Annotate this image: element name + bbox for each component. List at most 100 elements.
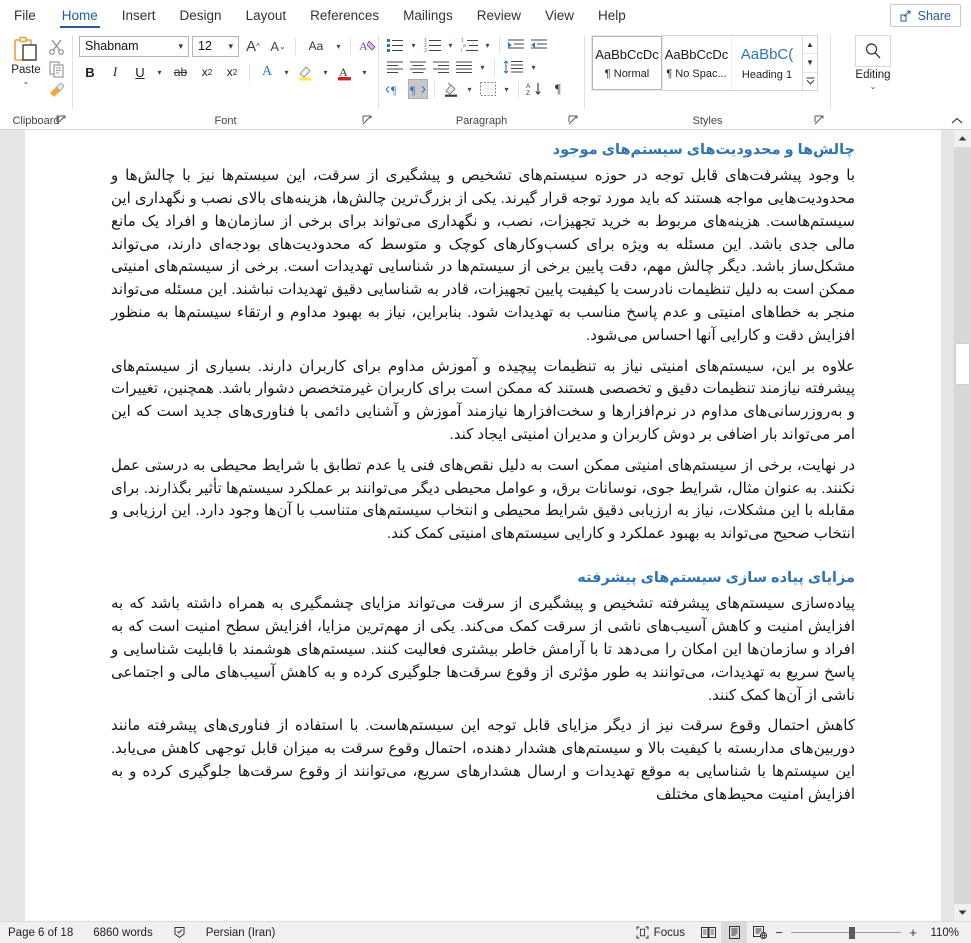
decrease-indent-icon[interactable] (506, 35, 526, 55)
paragraph-dialog-launcher-icon[interactable] (568, 115, 579, 126)
align-right-icon[interactable] (431, 57, 451, 77)
align-left-icon[interactable] (385, 57, 405, 77)
tab-layout[interactable]: Layout (234, 0, 299, 31)
ribbon-group-styles: AaBbCcDc ¶ Normal AaBbCcDc ¶ No Spac... … (585, 31, 830, 129)
tab-help[interactable]: Help (586, 0, 638, 31)
style-item-normal[interactable]: AaBbCcDc ¶ Normal (591, 35, 663, 91)
format-painter-icon[interactable] (48, 82, 66, 98)
underline-chevron-down-icon[interactable]: ▾ (154, 68, 165, 77)
change-case-button[interactable]: Aa (302, 35, 330, 57)
style-item-heading-1[interactable]: AaBbC( Heading 1 (732, 36, 802, 90)
paste-button[interactable]: Paste ⌄ (4, 35, 48, 86)
tab-view[interactable]: View (533, 0, 586, 31)
tab-insert[interactable]: Insert (110, 0, 168, 31)
bullets-chevron-down-icon[interactable]: ▾ (408, 41, 419, 50)
paragraph-2: علاوه بر این، سیستم‌های امنیتی نیاز به ت… (111, 357, 855, 444)
grow-font-button[interactable]: A ^ (242, 35, 264, 57)
editing-button[interactable]: Editing ⌄ (855, 35, 891, 91)
scrollbar-track[interactable] (954, 147, 971, 904)
copy-icon[interactable] (48, 60, 66, 78)
tab-file[interactable]: File (0, 0, 50, 31)
page-content[interactable]: چالش‌ها و محدودیت‌های سیستم‌های موجود با… (25, 130, 941, 807)
cut-scissors-icon[interactable] (48, 38, 66, 56)
clipboard-dialog-launcher-icon[interactable] (56, 115, 67, 126)
underline-button[interactable]: U (129, 61, 151, 83)
focus-mode-button[interactable]: Focus (626, 926, 695, 939)
print-layout-view-button[interactable] (721, 922, 747, 943)
font-name-combobox[interactable]: Shabnam ▾ (79, 35, 189, 57)
multilevel-list-icon[interactable]: 1ai (459, 35, 479, 55)
borders-chevron-down-icon[interactable]: ▾ (501, 85, 512, 94)
line-spacing-chevron-down-icon[interactable]: ▾ (528, 63, 539, 72)
zoom-slider[interactable] (791, 926, 901, 939)
read-mode-view-button[interactable] (695, 922, 721, 943)
tab-home[interactable]: Home (50, 0, 110, 31)
zoom-out-button[interactable]: − (773, 925, 785, 940)
superscript-button[interactable]: x2 (221, 61, 243, 83)
zoom-level-label[interactable]: 110% (925, 927, 967, 939)
styles-gallery-scrollbar[interactable]: ▲ ▼ (802, 36, 817, 90)
highlight-chevron-down-icon[interactable]: ▾ (320, 68, 331, 77)
rtl-text-direction-icon[interactable]: ¶ (408, 79, 428, 99)
font-color-chevron-down-icon[interactable]: ▾ (359, 68, 370, 77)
show-formatting-marks-icon[interactable]: ¶ (548, 79, 568, 99)
numbering-chevron-down-icon[interactable]: ▾ (445, 41, 456, 50)
bold-button[interactable]: B (79, 61, 101, 83)
status-language[interactable]: Persian (Iran) (196, 927, 286, 939)
editing-chevron-down-icon[interactable]: ⌄ (870, 82, 877, 91)
document-page[interactable]: چالش‌ها و محدودیت‌های سیستم‌های موجود با… (25, 130, 941, 921)
scroll-up-arrow-icon[interactable] (954, 130, 971, 147)
bullets-icon[interactable] (385, 35, 405, 55)
font-color-icon[interactable]: A (334, 61, 356, 83)
font-size-combobox[interactable]: 12 ▾ (192, 35, 239, 57)
zoom-slider-thumb[interactable] (849, 926, 855, 939)
vertical-scrollbar[interactable] (953, 130, 971, 921)
tab-review[interactable]: Review (465, 0, 533, 31)
strikethrough-button[interactable]: ab (168, 61, 193, 83)
change-case-chevron-down-icon[interactable]: ▾ (333, 42, 344, 51)
status-word-count[interactable]: 6860 words (83, 927, 162, 939)
scrollbar-thumb[interactable] (955, 343, 970, 385)
shading-icon[interactable] (441, 79, 461, 99)
collapse-ribbon-chevron-up-icon[interactable] (951, 117, 963, 125)
styles-scroll-down-icon[interactable]: ▼ (803, 54, 817, 73)
ltr-text-direction-icon[interactable]: ¶ (385, 79, 405, 99)
style-item-no-spacing[interactable]: AaBbCcDc ¶ No Spac... (662, 36, 732, 90)
italic-button[interactable]: I (104, 61, 126, 83)
font-name-chevron-down-icon[interactable]: ▾ (175, 41, 186, 52)
tab-mailings[interactable]: Mailings (391, 0, 465, 31)
zoom-in-button[interactable]: + (907, 925, 919, 940)
zoom-control[interactable]: − + 110% (773, 925, 971, 940)
scroll-down-arrow-icon[interactable] (954, 904, 971, 921)
align-center-icon[interactable] (408, 57, 428, 77)
text-highlight-color-icon[interactable] (295, 61, 317, 83)
tab-design[interactable]: Design (168, 0, 234, 31)
multilevel-list-chevron-down-icon[interactable]: ▾ (482, 41, 493, 50)
increase-indent-icon[interactable] (529, 35, 549, 55)
tab-references[interactable]: References (298, 0, 391, 31)
web-layout-view-button[interactable] (747, 922, 773, 943)
styles-scroll-up-icon[interactable]: ▲ (803, 36, 817, 55)
document-canvas[interactable]: چالش‌ها و محدودیت‌های سیستم‌های موجود با… (0, 130, 971, 921)
subscript-button[interactable]: x2 (196, 61, 218, 83)
shading-chevron-down-icon[interactable]: ▾ (464, 85, 475, 94)
numbering-icon[interactable]: 123 (422, 35, 442, 55)
search-magnifier-icon[interactable] (855, 35, 891, 67)
clear-formatting-button[interactable]: A (357, 35, 379, 57)
status-proofing[interactable] (163, 926, 196, 939)
font-size-chevron-down-icon[interactable]: ▾ (225, 41, 236, 52)
borders-icon[interactable] (478, 79, 498, 99)
share-button[interactable]: Share (889, 4, 961, 27)
styles-more-icon[interactable] (803, 73, 817, 90)
shrink-font-button[interactable]: A ⌄ (267, 35, 289, 57)
styles-dialog-launcher-icon[interactable] (814, 115, 825, 126)
text-effects-icon[interactable]: A (256, 61, 278, 83)
text-effects-chevron-down-icon[interactable]: ▾ (281, 68, 292, 77)
status-page-number[interactable]: Page 6 of 18 (0, 927, 83, 939)
paste-chevron-down-icon[interactable]: ⌄ (23, 78, 30, 86)
justify-chevron-down-icon[interactable]: ▾ (477, 63, 488, 72)
font-dialog-launcher-icon[interactable] (362, 115, 373, 126)
justify-icon[interactable] (454, 57, 474, 77)
sort-icon[interactable]: AZ (525, 79, 545, 99)
line-spacing-icon[interactable] (501, 57, 525, 77)
